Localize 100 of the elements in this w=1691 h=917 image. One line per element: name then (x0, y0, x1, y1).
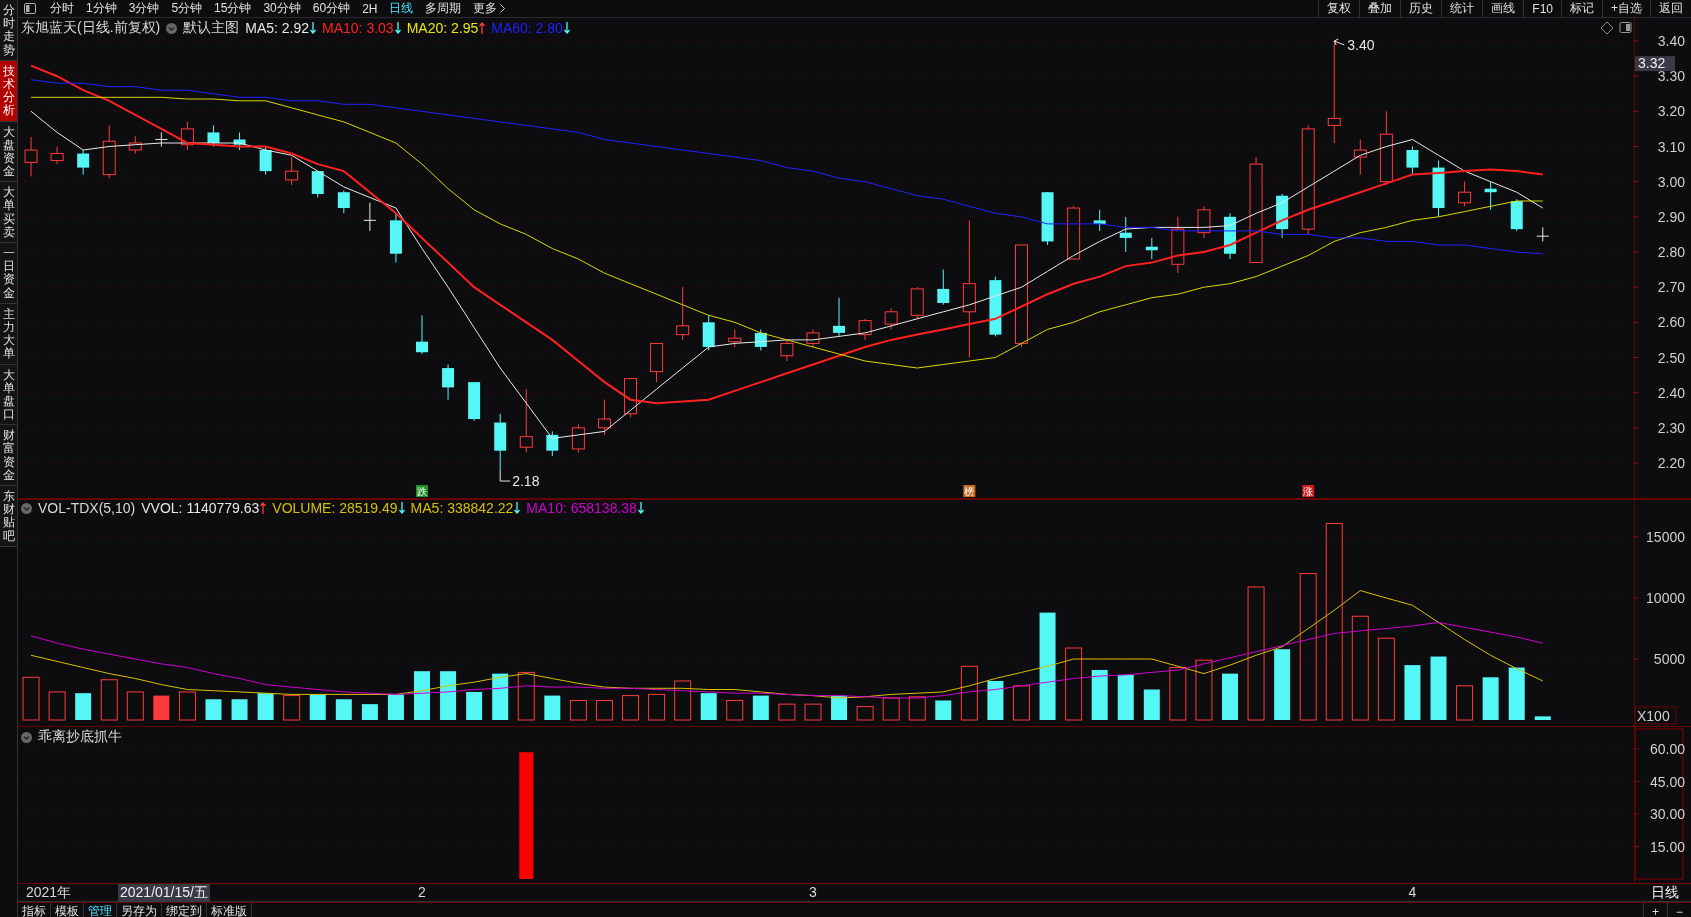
volume-bar (309, 694, 326, 720)
toolbar-button[interactable]: 历史 (1400, 0, 1442, 17)
toolbar-button[interactable]: 统计 (1441, 0, 1483, 17)
volume-bar (856, 706, 874, 721)
volume-bar (1534, 716, 1551, 720)
volume-bar (335, 699, 352, 720)
toolbar-button[interactable]: 返回 (1650, 0, 1691, 17)
toolbar-button[interactable]: 叠加 (1359, 0, 1401, 17)
side-tab[interactable]: 东财贴吧 (0, 486, 17, 547)
zoom-button[interactable]: + (1643, 903, 1667, 917)
rising-candle (624, 378, 637, 418)
month-label: 2 (418, 884, 426, 901)
toolbar-button[interactable]: 标记 (1561, 0, 1602, 17)
axis-label: 60.00 (1649, 741, 1685, 757)
side-tab[interactable]: 大盘资金 (0, 121, 17, 183)
period-tab[interactable]: 日线 (383, 0, 420, 17)
period-tab[interactable]: 分时 (44, 0, 80, 17)
period-tab[interactable]: 30分钟 (257, 0, 307, 17)
falling-candle (1093, 209, 1106, 232)
bottom-tab[interactable]: 模板 (51, 903, 84, 917)
volume-bar (178, 691, 196, 721)
rising-candle (650, 342, 664, 383)
period-tab[interactable]: 60分钟 (306, 0, 357, 17)
indicator-value: MA5: 338842.22 (410, 500, 514, 516)
side-tab[interactable]: 分时走势 (0, 0, 17, 61)
falling-candle (1484, 181, 1497, 211)
panel-toggle-icon[interactable] (1619, 22, 1632, 33)
rising-candle (597, 399, 611, 436)
falling-candle (416, 314, 428, 355)
period-tab[interactable]: 5分钟 (165, 0, 209, 17)
toolbar-button[interactable]: 画线 (1482, 0, 1524, 17)
bottom-tab[interactable]: 指标 (18, 903, 51, 917)
panel-toggle-icon[interactable] (24, 3, 36, 14)
chevron-right-icon (500, 4, 506, 13)
indicator-title: VOL-TDX(5,10) (38, 500, 136, 516)
falling-candle (468, 381, 481, 422)
volume-bar (752, 695, 769, 720)
falling-candle (1406, 146, 1419, 176)
volume-bar (361, 704, 378, 720)
doji-candle (1536, 226, 1550, 242)
falling-candle (1041, 191, 1054, 246)
period-tab[interactable]: 更多 (467, 0, 512, 17)
rising-candle (1171, 216, 1185, 274)
period-tab[interactable]: 多周期 (419, 0, 468, 17)
axis-label: 2.30 (1657, 419, 1685, 436)
axis-label: 10000 (1646, 589, 1685, 606)
axis-label: 15.00 (1649, 838, 1685, 855)
falling-candle (1432, 160, 1445, 218)
volume-bar (100, 679, 118, 721)
indicator-value: VOLUME: 28519.49 (272, 500, 398, 516)
falling-candle (337, 189, 350, 214)
volume-bar (1195, 659, 1213, 721)
period-tab[interactable]: 2H (356, 1, 384, 16)
dropdown-icon[interactable] (21, 502, 32, 514)
axis-label: 3.00 (1657, 173, 1685, 190)
zoom-button[interactable]: − (1667, 903, 1691, 917)
rising-candle (180, 121, 194, 151)
toolbar-button[interactable]: 复权 (1318, 0, 1360, 17)
period-tab[interactable]: 1分钟 (80, 0, 123, 17)
signal-badge: 跌 (416, 485, 428, 497)
volume-bar (700, 693, 717, 720)
bottom-tab[interactable]: 另存为 (117, 903, 162, 917)
template-label[interactable]: 默认主图 (183, 19, 240, 37)
volume-bar (882, 697, 900, 721)
side-tab[interactable]: 大单盘口 (0, 364, 17, 426)
rising-candle (571, 423, 585, 453)
volume-bar (126, 691, 144, 721)
falling-candle (389, 212, 402, 264)
indicator-value: MA10: 658138.38 (526, 500, 637, 516)
falling-candle (989, 276, 1002, 337)
side-tab[interactable]: 主力大单 (0, 303, 17, 365)
volume-bar (987, 680, 1004, 720)
toolbar-button[interactable]: +自选 (1602, 0, 1650, 17)
volume-bar (1091, 669, 1108, 720)
period-tab[interactable]: 15分钟 (208, 0, 258, 17)
dropdown-icon[interactable] (21, 731, 32, 743)
falling-candle (1276, 193, 1289, 239)
indicator-value: MA10: 3.03 (322, 20, 394, 36)
period-tab[interactable]: 3分钟 (122, 0, 166, 17)
bottom-tab[interactable]: 管理 (84, 903, 117, 917)
signal-badge: 榜 (963, 485, 976, 497)
volume-bar (778, 703, 796, 721)
side-tab[interactable]: 一日资金 (0, 243, 17, 304)
bottom-tab[interactable]: 绑定到 (162, 903, 207, 917)
volume-bar (935, 700, 952, 720)
rising-candle (1458, 181, 1472, 207)
axis-label: 3.40 (1657, 33, 1685, 49)
toolbar-button[interactable]: F10 (1523, 0, 1561, 17)
volume-bar (1117, 674, 1134, 720)
bottom-tab[interactable]: 标准版 (207, 903, 252, 917)
diamond-icon[interactable] (1600, 21, 1614, 35)
side-tab[interactable]: 财富资金 (0, 425, 17, 486)
volume-bar (414, 671, 430, 720)
volume-bar (908, 696, 926, 721)
side-tab[interactable]: 大单买卖 (0, 182, 17, 243)
current-price-tag: 3.32 (1635, 55, 1675, 72)
side-tab[interactable]: 技术分析 (0, 60, 17, 122)
volume-bar (75, 693, 92, 720)
axis-label: 2.20 (1657, 455, 1685, 471)
dropdown-icon[interactable] (166, 22, 178, 34)
